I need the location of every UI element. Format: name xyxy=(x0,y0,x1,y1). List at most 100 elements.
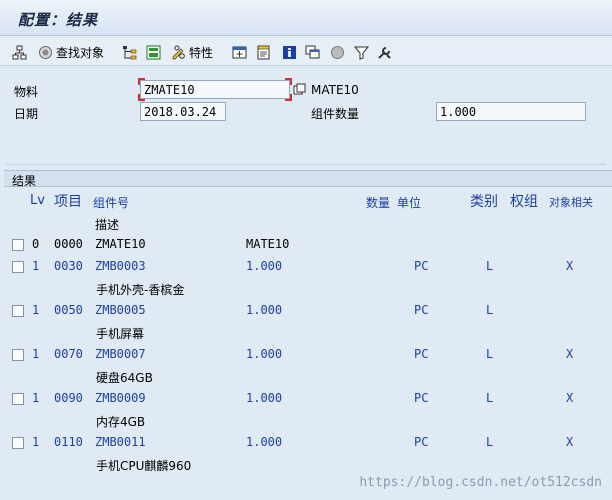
status-button[interactable] xyxy=(330,43,345,61)
filter-button[interactable] xyxy=(354,43,369,61)
row-checkbox[interactable] xyxy=(12,261,24,273)
row-qty: 1.000 xyxy=(246,347,283,361)
row-item: 0030 xyxy=(54,259,83,273)
row-component[interactable]: ZMB0003 xyxy=(95,259,146,273)
row-category: L xyxy=(486,303,494,317)
row-component[interactable]: ZMB0009 xyxy=(95,391,146,405)
row-checkbox[interactable] xyxy=(12,393,24,405)
row-category: L xyxy=(486,347,494,361)
doc-view-button[interactable] xyxy=(256,43,271,61)
col-header-unit[interactable]: 单位 xyxy=(397,194,421,211)
row-component[interactable]: ZMB0005 xyxy=(95,303,146,317)
copy-button[interactable] xyxy=(305,43,320,61)
row-checkbox[interactable] xyxy=(12,305,24,317)
info-button[interactable] xyxy=(282,43,297,61)
row-checkbox[interactable] xyxy=(12,437,24,449)
toolbar: 查找对象 特性 xyxy=(0,38,612,66)
required-marker xyxy=(285,78,292,85)
required-marker xyxy=(285,94,292,101)
copy-windows-icon xyxy=(305,45,320,60)
row-component[interactable]: ZMB0007 xyxy=(95,347,146,361)
hierarchy-icon xyxy=(12,45,27,60)
results-section-label: 结果 xyxy=(12,174,37,188)
row-description: 内存4GB xyxy=(96,415,146,429)
table-row[interactable]: 1 0110 ZMB0011 1.000 PC L X 手机CPU麒麟960 xyxy=(4,433,612,477)
table-row[interactable]: 1 0030 ZMB0003 1.000 PC L X 手机外壳-香槟金 xyxy=(4,257,612,301)
row-item: 0090 xyxy=(54,391,83,405)
row-qty: 1.000 xyxy=(246,303,283,317)
material-label: 物料 xyxy=(14,85,39,99)
col-header-lv[interactable]: Lv xyxy=(30,193,45,208)
row-unit: PC xyxy=(414,259,429,273)
pencil-glasses-icon xyxy=(171,45,186,60)
window-plus-icon xyxy=(232,45,247,60)
row-lv: 1 xyxy=(32,259,40,273)
component-qty-input[interactable]: 1.000 xyxy=(436,102,586,121)
gray-circle-icon xyxy=(330,45,345,60)
row-object-related: X xyxy=(566,347,574,361)
settings-button[interactable] xyxy=(377,43,392,61)
col-header-object-related[interactable]: 对象相关 xyxy=(549,194,593,210)
results-panel: 结果 Lv 项目 组件号 数量 单位 类别 权组 对象相关 描述 0 0000 … xyxy=(4,170,612,500)
info-icon xyxy=(282,45,297,60)
date-input[interactable]: 2018.03.24 xyxy=(140,102,226,121)
material-description: MATE10 xyxy=(311,83,359,97)
divider xyxy=(6,164,606,165)
row-component[interactable]: ZMB0011 xyxy=(95,435,146,449)
insert-window-button[interactable] xyxy=(232,43,247,61)
filter-icon xyxy=(354,45,369,60)
row-category: L xyxy=(486,435,494,449)
col-header-category[interactable]: 类别 xyxy=(470,191,498,211)
col-header-item[interactable]: 项目 xyxy=(54,191,82,211)
table-row[interactable]: 1 0070 ZMB0007 1.000 PC L X 硬盘64GB xyxy=(4,345,612,389)
value-help-icon[interactable] xyxy=(293,83,306,96)
row-lv: 1 xyxy=(32,303,40,317)
col-header-component[interactable]: 组件号 xyxy=(93,194,129,211)
watermark: https://blog.csdn.net/ot512csdn xyxy=(359,475,602,490)
row-item: 0050 xyxy=(54,303,83,317)
row-description: 手机CPU麒麟960 xyxy=(96,459,192,473)
properties-button[interactable]: 特性 xyxy=(171,43,213,61)
col-header-weight[interactable]: 权组 xyxy=(510,191,538,211)
row-lv: 1 xyxy=(32,347,40,361)
row-unit: PC xyxy=(414,391,429,405)
page-title: 配置：结果 xyxy=(18,11,99,29)
row-checkbox[interactable] xyxy=(12,239,24,251)
row-qty: 1.000 xyxy=(246,391,283,405)
row-object-related: X xyxy=(566,259,574,273)
tree-structure-button[interactable] xyxy=(122,43,137,61)
green-grid-icon xyxy=(146,45,161,60)
date-label: 日期 xyxy=(14,107,39,121)
row-component[interactable]: ZMATE10 xyxy=(95,237,146,251)
row-description: 硬盘64GB xyxy=(96,371,153,385)
find-object-label: 查找对象 xyxy=(56,45,105,60)
row-description: 手机屏幕 xyxy=(96,327,145,341)
row-description: 手机外壳-香槟金 xyxy=(96,283,185,297)
layout-button[interactable] xyxy=(146,43,161,61)
table-row[interactable]: 1 0050 ZMB0005 1.000 PC L 手机屏幕 xyxy=(4,301,612,345)
row-qty: 1.000 xyxy=(246,259,283,273)
row-object-related: X xyxy=(566,391,574,405)
row-unit: PC xyxy=(414,435,429,449)
component-qty-label: 组件数量 xyxy=(311,107,360,121)
wrench-icon xyxy=(377,45,392,60)
results-section-header: 结果 xyxy=(4,171,612,188)
row-object-related: X xyxy=(566,435,574,449)
hierarchy-button[interactable] xyxy=(12,43,27,61)
required-marker xyxy=(138,94,145,101)
row-lv: 1 xyxy=(32,435,40,449)
row-category: L xyxy=(486,259,494,273)
find-object-button[interactable]: 查找对象 xyxy=(38,43,104,61)
row-lv: 1 xyxy=(32,391,40,405)
properties-label: 特性 xyxy=(189,45,214,60)
row-lv: 0 xyxy=(32,237,40,251)
table-row[interactable]: 1 0090 ZMB0009 1.000 PC L X 内存4GB xyxy=(4,389,612,433)
row-item: 0070 xyxy=(54,347,83,361)
material-input[interactable]: ZMATE10 xyxy=(140,80,290,99)
col-header-quantity[interactable]: 数量 xyxy=(366,194,390,211)
row-checkbox[interactable] xyxy=(12,349,24,361)
tree-structure-icon xyxy=(122,45,137,60)
row-item: 0110 xyxy=(54,435,83,449)
row-unit: PC xyxy=(414,303,429,317)
required-marker xyxy=(138,78,145,85)
